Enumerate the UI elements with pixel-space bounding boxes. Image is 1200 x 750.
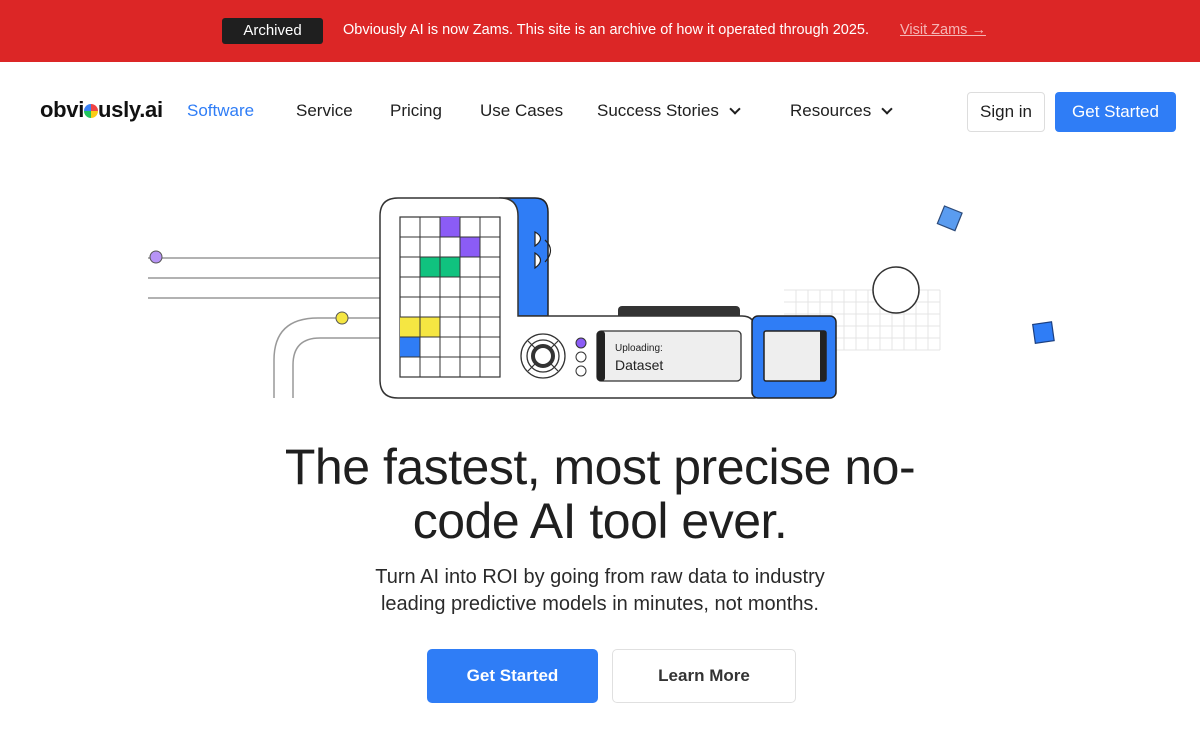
sign-in-button[interactable]: Sign in <box>967 92 1045 132</box>
floating-square-blue <box>1032 321 1055 344</box>
logo-text-end: usly.ai <box>98 97 163 122</box>
nav-use-cases[interactable]: Use Cases <box>480 100 563 122</box>
nav-success-stories-label: Success Stories <box>597 101 719 120</box>
indicator-light <box>575 365 587 377</box>
hero-subheading: Turn AI into ROI by going from raw data … <box>350 564 850 618</box>
status-label: Uploading: <box>615 343 663 354</box>
banner-message: Obviously AI is now Zams. This site is a… <box>343 22 870 38</box>
archived-badge: Archived <box>222 18 323 44</box>
learn-more-button[interactable]: Learn More <box>612 649 796 703</box>
nav-resources[interactable]: Resources <box>790 100 893 122</box>
indicator-light-active <box>575 337 587 349</box>
logo-text-start: obvi <box>40 97 85 122</box>
chevron-down-icon <box>729 103 741 115</box>
hero-headline: The fastest, most precise no- code AI to… <box>200 440 1000 548</box>
wire-node-yellow <box>335 311 349 325</box>
get-started-nav-button[interactable]: Get Started <box>1055 92 1176 132</box>
machine-screen <box>763 330 827 382</box>
dial-knob-icon <box>520 333 566 379</box>
floating-circle <box>872 266 920 314</box>
nav-success-stories[interactable]: Success Stories <box>597 100 741 122</box>
wire-node-purple <box>149 250 163 264</box>
status-display <box>596 330 742 382</box>
get-started-button[interactable]: Get Started <box>427 649 598 703</box>
nav-pricing[interactable]: Pricing <box>390 100 442 122</box>
indicator-light <box>575 351 587 363</box>
data-grid <box>399 216 501 378</box>
status-value: Dataset <box>615 357 663 373</box>
hero-subheading-line1: Turn AI into ROI by going from raw data … <box>375 566 825 588</box>
logo[interactable]: obvi usly.ai <box>40 97 163 125</box>
wires <box>148 257 380 398</box>
nav-service[interactable]: Service <box>296 100 353 122</box>
hero-subheading-line2: leading predictive models in minutes, no… <box>380 593 819 615</box>
logo-o-icon <box>84 104 99 118</box>
archive-banner: Archived Obviously AI is now Zams. This … <box>0 0 1200 62</box>
floating-square-light <box>936 205 963 232</box>
nav-resources-label: Resources <box>790 101 872 120</box>
nav-software[interactable]: Software <box>187 100 254 122</box>
hero-headline-line2: code AI tool ever. <box>412 493 788 549</box>
hero-headline-line1: The fastest, most precise no- <box>284 439 916 495</box>
visit-zams-link[interactable]: Visit Zams → <box>900 20 986 40</box>
chevron-down-icon <box>881 103 893 115</box>
hero-illustration: Uploading: Dataset <box>148 197 1055 399</box>
